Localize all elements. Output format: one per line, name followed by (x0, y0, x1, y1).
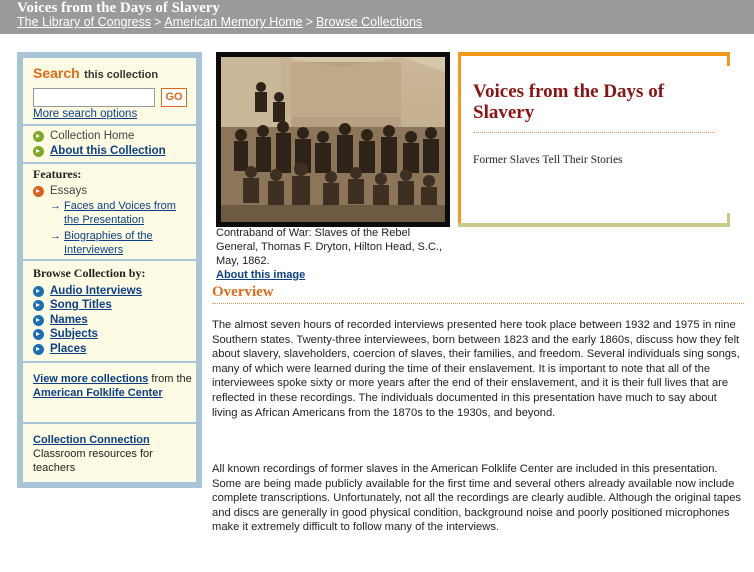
essay-link-label[interactable]: Biographies of the Interviewers (64, 229, 185, 257)
american-folklife-center-link[interactable]: American Folklife Center (33, 387, 163, 399)
overview-heading: Overview (212, 284, 274, 300)
sidebar-divider (23, 259, 196, 261)
browse-link[interactable]: Places (50, 343, 86, 355)
essay-link-biographies[interactable]: → Biographies of the Interviewers (50, 229, 185, 257)
collection-connection-link[interactable]: Collection Connection (33, 434, 150, 446)
about-collection-link[interactable]: About this Collection (50, 145, 166, 157)
more-collections-text: View more collections from the American … (33, 372, 193, 400)
photo-caption: Contraband of War: Slaves of the Rebel G… (216, 227, 442, 267)
title-box-corner (727, 52, 730, 66)
collection-home-label: Collection Home (50, 130, 135, 142)
title-box-left-border (458, 52, 461, 227)
browse-item-names[interactable]: Names (33, 314, 88, 326)
arrow-bullet-icon (33, 314, 44, 326)
breadcrumb-separator: > (305, 15, 313, 29)
essays-item: Essays (33, 185, 87, 197)
browse-link[interactable]: Subjects (50, 328, 98, 340)
overview-paragraph: The almost seven hours of recorded inter… (212, 319, 740, 419)
photo-frame (216, 52, 450, 227)
arrow-bullet-icon (33, 343, 44, 355)
browse-link[interactable]: Audio Interviews (50, 285, 142, 297)
arrow-bullet-icon (33, 185, 44, 197)
search-input[interactable] (33, 88, 155, 107)
arrow-bullet-icon (33, 130, 44, 142)
search-block: Search this collection GO More search op… (33, 65, 187, 120)
sidebar-divider (23, 162, 196, 164)
search-go-button[interactable]: GO (161, 88, 187, 107)
features-heading: Features: (33, 167, 82, 181)
browse-link[interactable]: Names (50, 314, 88, 326)
collection-home-item[interactable]: Collection Home (33, 130, 134, 142)
browse-item-places[interactable]: Places (33, 343, 86, 355)
historical-photo[interactable] (221, 57, 445, 222)
browse-heading: Browse Collection by: (33, 266, 146, 280)
arrow-bullet-icon (33, 299, 44, 311)
breadcrumb-browse-collections[interactable]: Browse Collections (316, 15, 422, 29)
arrow-bullet-icon (33, 328, 44, 340)
about-collection-item[interactable]: About this Collection (33, 145, 166, 157)
view-more-collections-link[interactable]: View more collections (33, 373, 148, 385)
sidebar-panel: Search this collection GO More search op… (23, 58, 196, 482)
more-collections-mid: from the (151, 373, 192, 385)
title-box-top-border (458, 52, 730, 56)
about-image-link[interactable]: About this image (216, 269, 305, 281)
sidebar: Search this collection GO More search op… (17, 52, 202, 488)
search-title: Search (33, 65, 80, 81)
title-box-bottom-border (458, 223, 730, 227)
breadcrumb: The Library of Congress > American Memory … (17, 15, 422, 29)
breadcrumb-separator: > (154, 15, 162, 29)
right-arrow-icon: → (50, 230, 61, 242)
collection-connection-block: Collection Connection Classroom resource… (33, 433, 193, 475)
title-box-corner (727, 213, 730, 227)
browse-link[interactable]: Song Titles (50, 299, 112, 311)
sidebar-divider (23, 361, 196, 363)
essays-label: Essays (50, 185, 88, 197)
collection-subtitle: Former Slaves Tell Their Stories (473, 154, 623, 166)
breadcrumb-library-of-congress[interactable]: The Library of Congress (17, 15, 151, 29)
historical-photo-graphic (221, 57, 445, 222)
overview-paragraph: All known recordings of former slaves in… (212, 463, 742, 534)
sidebar-divider (23, 422, 196, 424)
collection-connection-text: Classroom resources for teachers (33, 448, 153, 474)
site-header: Voices from the Days of Slavery The Libr… (0, 0, 754, 34)
browse-item-audio-interviews[interactable]: Audio Interviews (33, 285, 142, 297)
more-search-options-link[interactable]: More search options (33, 108, 137, 120)
breadcrumb-american-memory-home[interactable]: American Memory Home (164, 15, 302, 29)
browse-item-song-titles[interactable]: Song Titles (33, 299, 112, 311)
essay-link-label[interactable]: Faces and Voices from the Presentation (64, 199, 185, 227)
arrow-bullet-icon (33, 285, 44, 297)
right-arrow-icon: → (50, 200, 61, 212)
search-subtitle: this collection (84, 69, 159, 81)
browse-item-subjects[interactable]: Subjects (33, 328, 98, 340)
overview-divider (212, 303, 744, 304)
title-divider (473, 132, 715, 133)
collection-title: Voices from the Days of Slavery (473, 81, 665, 123)
title-box: Voices from the Days of Slavery Former S… (458, 52, 730, 227)
sidebar-divider (23, 124, 196, 126)
arrow-bullet-icon (33, 145, 44, 157)
essay-link-faces-and-voices[interactable]: → Faces and Voices from the Presentation (50, 199, 185, 227)
